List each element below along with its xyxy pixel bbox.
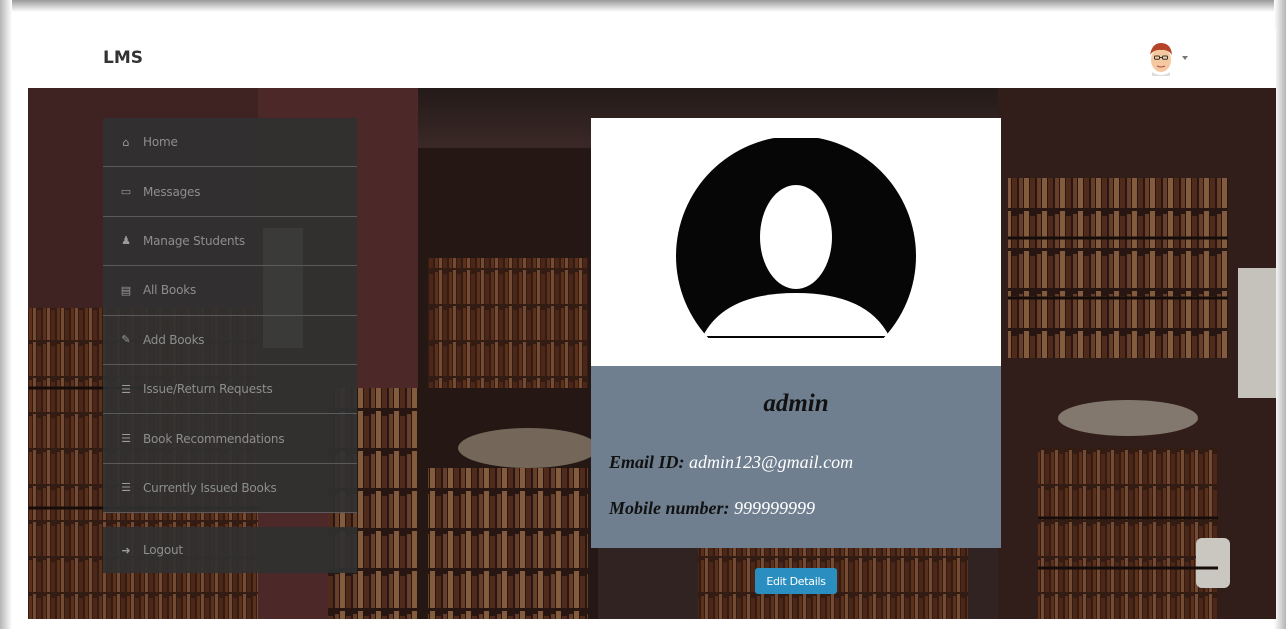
sidebar-item-label: All Books — [143, 283, 197, 298]
window-shadow — [0, 0, 1286, 12]
sidebar-item-label: Book Recommendations — [143, 431, 285, 446]
brand-logo[interactable]: LMS — [103, 48, 143, 68]
profile-details: admin Email ID: admin123@gmail.com Mobil… — [591, 366, 1001, 548]
sidebar-item-label: Messages — [143, 184, 201, 199]
sidebar-item-label: Add Books — [143, 332, 205, 347]
list-icon: ☰ — [121, 432, 131, 446]
logout-icon: ➜ — [121, 543, 131, 557]
edit-icon: ✎ — [121, 333, 131, 347]
avatar-placeholder-icon — [675, 138, 917, 348]
sidebar-item-label: Issue/Return Requests — [143, 382, 273, 397]
profile-mobile-row: Mobile number: 999999999 — [609, 498, 815, 519]
sidebar-nav: ⌂ Home ▭ Messages ♟ Manage Students ▤ Al… — [103, 118, 357, 574]
sidebar-item-currently-issued-books[interactable]: ☰ Currently Issued Books — [103, 463, 357, 514]
avatar-icon — [1150, 43, 1172, 76]
sidebar-item-home[interactable]: ⌂ Home — [103, 118, 357, 168]
sidebar-item-label: Manage Students — [143, 233, 245, 248]
profile-username: admin — [763, 390, 829, 417]
sidebar-item-issue-return-requests[interactable]: ☰ Issue/Return Requests — [103, 364, 357, 415]
sidebar-item-all-books[interactable]: ▤ All Books — [103, 266, 357, 316]
profile-card: admin Email ID: admin123@gmail.com Mobil… — [591, 118, 1001, 548]
home-icon: ⌂ — [122, 135, 130, 149]
chevron-down-icon — [1182, 56, 1188, 60]
page: LMS ⌂ Home ▭ Messages ♟ Manage Students … — [0, 0, 1286, 629]
sidebar-item-book-recommendations[interactable]: ☰ Book Recommendations — [103, 414, 357, 464]
email-value: admin123@gmail.com — [689, 452, 854, 472]
edit-details-button[interactable]: Edit Details — [755, 568, 837, 594]
sidebar-item-logout[interactable]: ➜ Logout — [103, 527, 357, 574]
sidebar-item-add-books[interactable]: ✎ Add Books — [103, 315, 357, 365]
user-icon: ♟ — [121, 234, 131, 248]
profile-email-row: Email ID: admin123@gmail.com — [609, 452, 853, 473]
sidebar-item-manage-students[interactable]: ♟ Manage Students — [103, 216, 357, 267]
mobile-label: Mobile number: — [609, 498, 730, 518]
sidebar-item-label: Currently Issued Books — [143, 480, 277, 495]
list-alt-icon: ☰ — [121, 382, 131, 396]
top-navbar: LMS — [28, 30, 1276, 88]
mobile-value: 999999999 — [734, 498, 816, 518]
inbox-icon: ▭ — [120, 185, 132, 199]
sidebar-item-label: Logout — [143, 543, 183, 558]
sidebar-item-messages[interactable]: ▭ Messages — [103, 167, 357, 217]
window-shadow-left — [0, 0, 12, 629]
user-menu-toggle[interactable] — [1144, 38, 1208, 78]
book-icon: ▤ — [120, 283, 132, 297]
email-label: Email ID: — [609, 452, 685, 472]
library-background: ⌂ Home ▭ Messages ♟ Manage Students ▤ Al… — [28, 88, 1276, 619]
profile-picture — [591, 118, 1001, 366]
list-icon: ☰ — [121, 481, 131, 495]
sidebar-item-label: Home — [143, 135, 178, 150]
